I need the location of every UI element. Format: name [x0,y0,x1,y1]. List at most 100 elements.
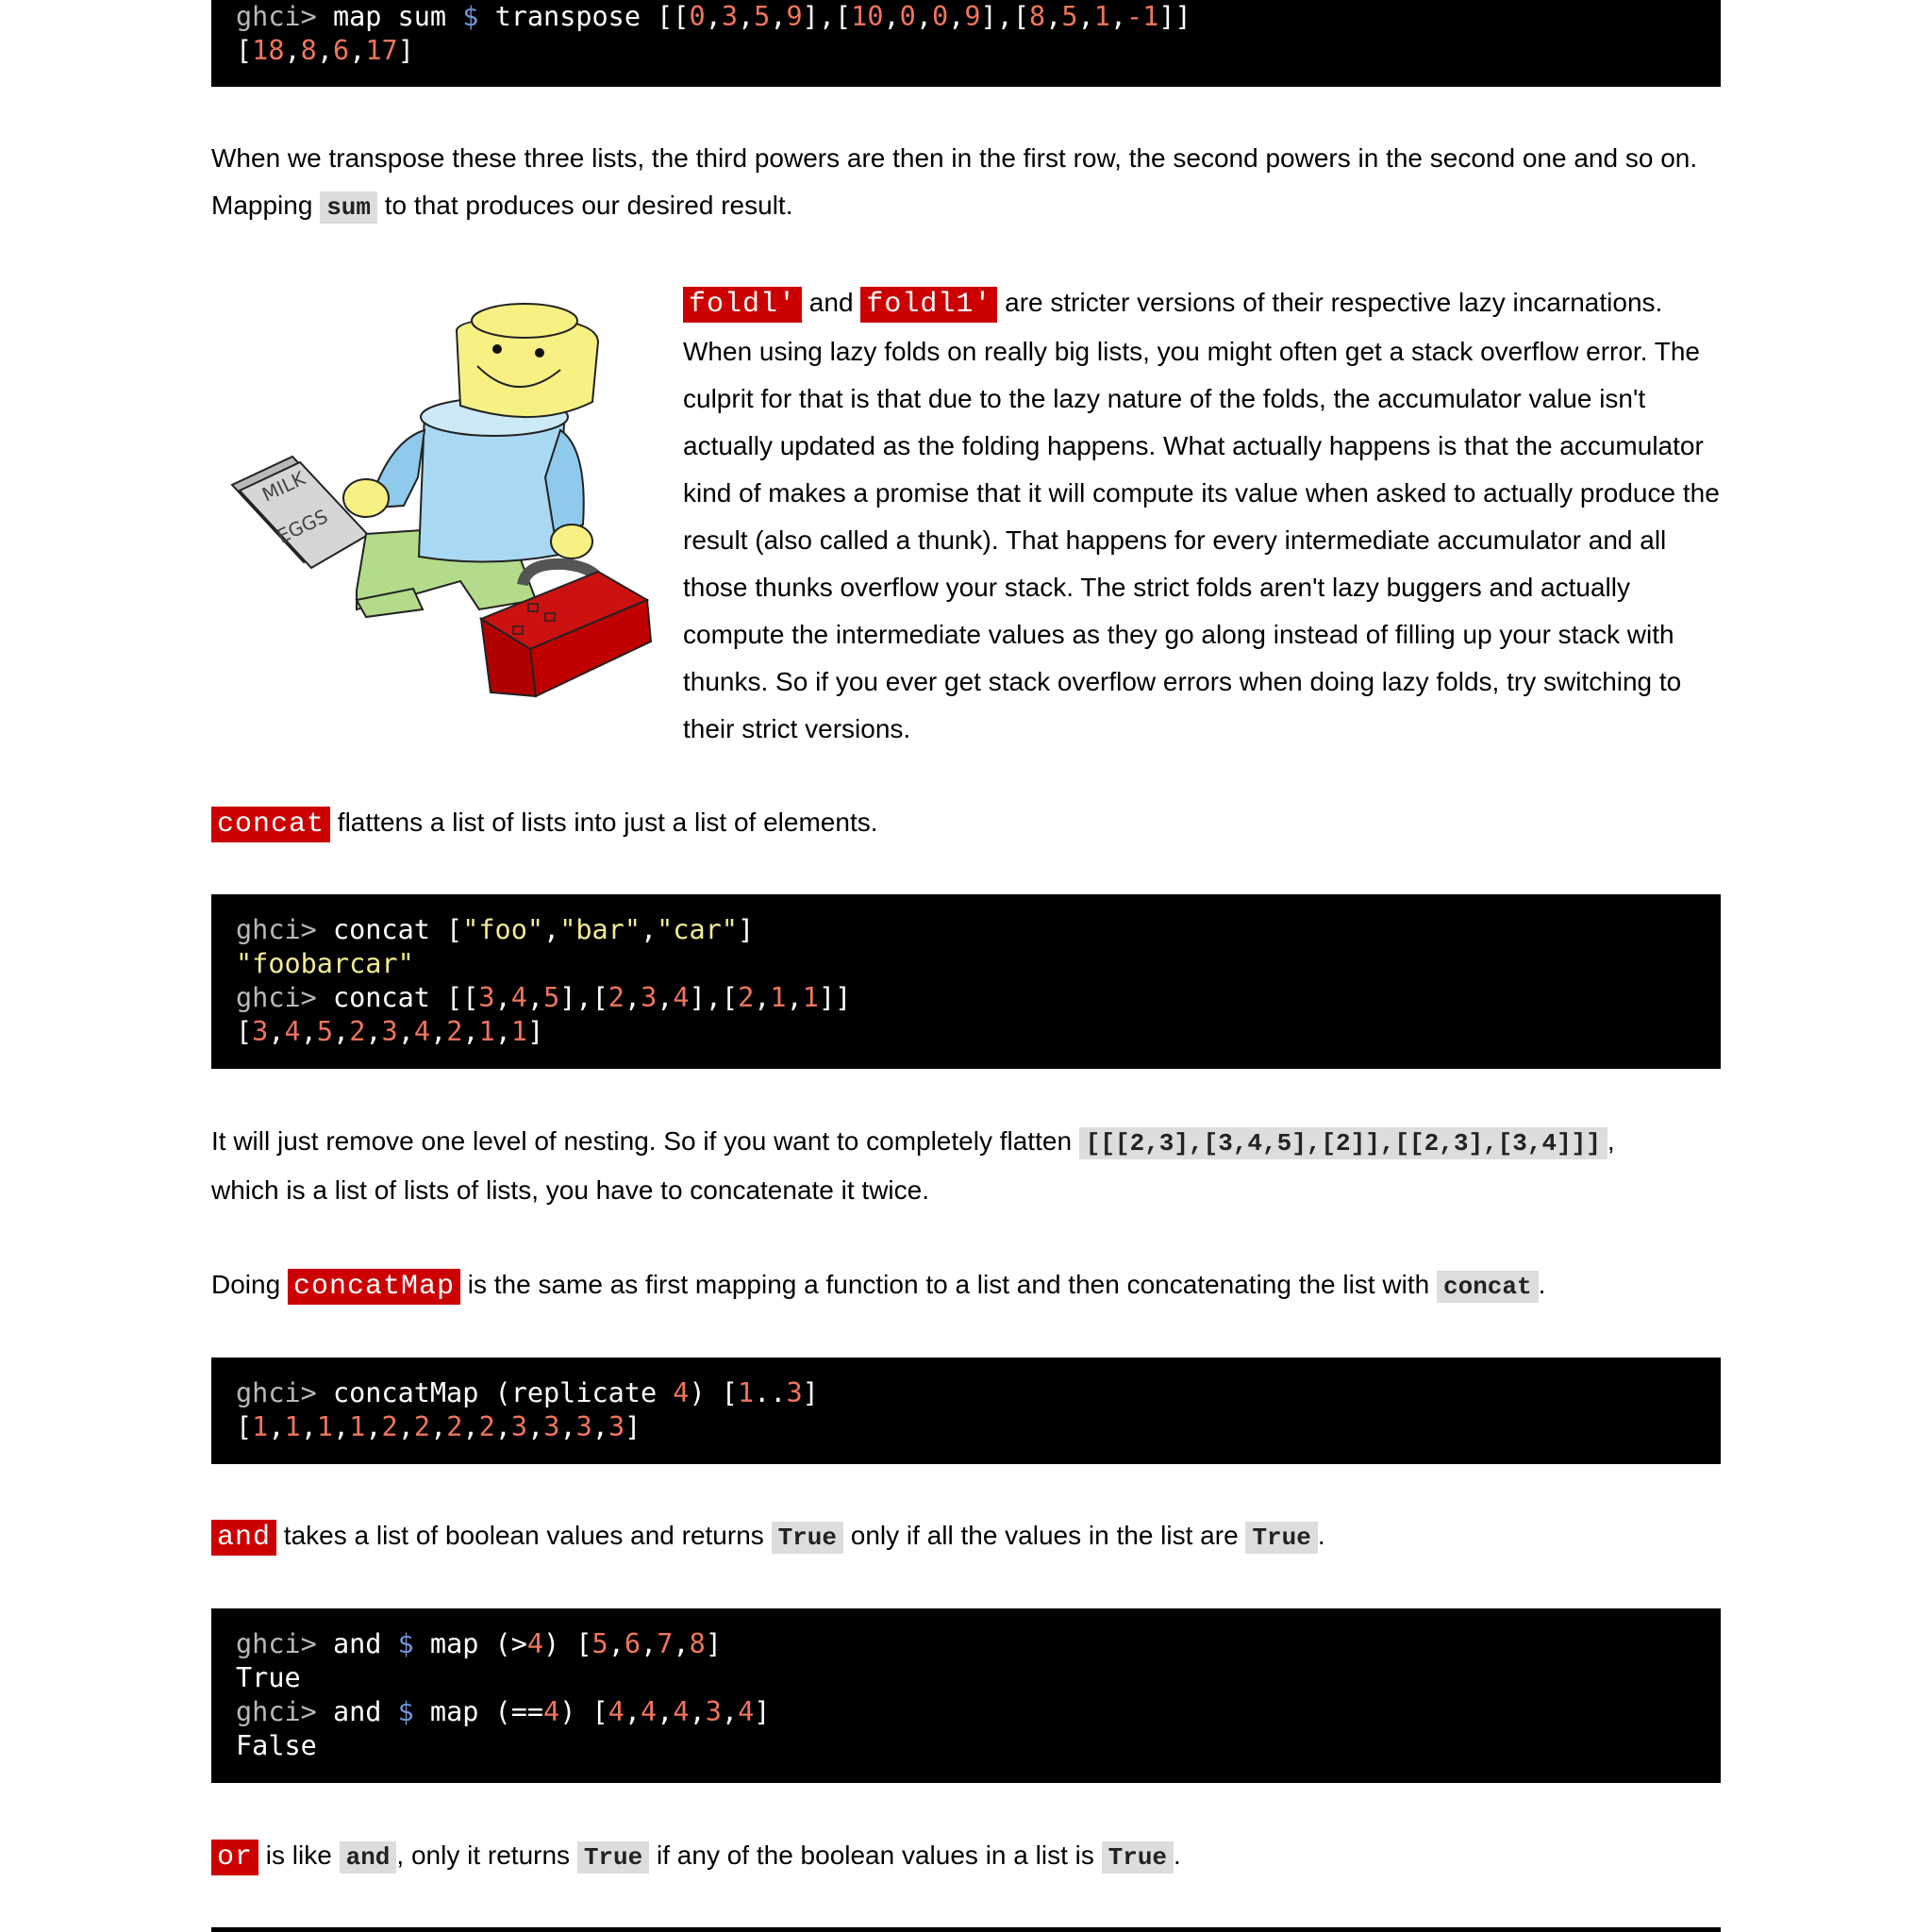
code-token: , [559,1411,576,1442]
code-token: transpose [[ [478,1,690,32]
code-token: 3 [381,1016,398,1047]
code-line: [18,8,6,17] [236,34,1721,68]
code-token: , [689,1696,706,1727]
code-token: , [1109,1,1127,32]
code-token: , [915,1,932,32]
code-line: ghci> concat [[3,4,5],[2,3,4],[2,1,1]] [236,981,1721,1015]
code-token: 3 [721,1,738,32]
code-token: 1 [349,1411,366,1442]
code-token: 1 [316,1411,334,1442]
code-token: 2 [478,1411,495,1442]
code-token: 4 [543,1696,560,1727]
function-name-foldl1-strict: foldl1' [860,287,998,323]
code-token: ) [ [543,1628,592,1659]
code-token: , [786,982,803,1013]
function-name-foldl-strict: foldl' [683,287,803,323]
code-token: , [1045,1,1062,32]
code-token: , [494,1411,511,1442]
code-token: 9 [786,1,803,32]
paragraph-line: foldl' and foldl1' are stricter versions… [683,279,1730,328]
code-token: 3 [252,1016,269,1047]
text: only if all the values in the list are [842,1521,1246,1550]
text: takes a list of boolean values and retur… [276,1521,772,1550]
code-token: ) [ [559,1696,608,1727]
code-token: , [591,1411,608,1442]
code-token: "bar" [559,914,641,945]
code-token: 4 [673,982,690,1013]
function-name-and: and [211,1520,277,1556]
code-token: , [494,982,511,1013]
code-token: 5 [543,982,560,1013]
code-token: 4 [413,1016,431,1047]
code-token: "foo" [462,914,544,945]
paragraph-and: and takes a list of boolean values and r… [211,1512,1730,1561]
code-token: ] [625,1411,641,1442]
code-token: 4 [526,1628,544,1659]
code-token: , [268,1411,285,1442]
code-token: , [624,1696,641,1727]
inline-code-true: True [1101,1841,1174,1874]
code-token: 0 [899,1,916,32]
code-token: ghci> [236,1,333,32]
code-token: ] [527,1016,544,1047]
code-token: ghci> [236,1377,333,1408]
code-token: , [300,1411,317,1442]
code-token: "foobarcar" [236,948,414,979]
code-token: 1 [284,1411,301,1442]
code-token: , [526,982,544,1013]
code-token: , [300,1016,317,1047]
code-token: and [332,1628,398,1659]
paragraph-nesting: It will just remove one level of nesting… [211,1118,1730,1214]
paragraph-line: When we transpose these three lists, the… [211,143,1698,173]
code-token: , [462,1411,479,1442]
code-line: "foobarcar" [236,947,1721,981]
function-name-or: or [211,1840,259,1875]
code-token: ],[ [559,982,608,1013]
text: It will just remove one level of nesting… [211,1126,1079,1156]
code-token: 4 [510,982,527,1013]
code-token: 3 [641,982,658,1013]
code-token: concat [ [332,914,463,945]
code-token: , [624,982,641,1013]
code-token: ]] [1158,1,1191,32]
paragraph-line: compute the intermediate values as they … [683,620,1674,649]
code-line: False [236,1729,1721,1763]
code-token: , [641,1628,658,1659]
inline-code-and: and [339,1841,397,1874]
code-token: [ [236,1411,253,1442]
code-token: 18 [252,35,285,66]
code-token: ) [ [689,1377,738,1408]
code-token: $ [462,1,479,32]
paragraph-or: or is like and, only it returns True if … [211,1832,1730,1881]
code-token: map (> [413,1628,527,1659]
code-line: ghci> map sum $ transpose [[0,3,5,9],[10… [236,0,1721,34]
code-token: .. [754,1377,787,1408]
text: , only it returns [396,1840,577,1870]
code-token: , [430,1411,447,1442]
code-token: 4 [673,1377,690,1408]
paragraph-line: actually updated as the folding happens.… [683,431,1704,460]
code-token: ],[ [802,1,852,32]
code-token: map sum [332,1,463,32]
code-token: 2 [446,1411,463,1442]
code-token: ],[ [689,982,739,1013]
code-token: [ [236,35,253,66]
code-token: concatMap (replicate [332,1377,674,1408]
code-token: , [754,982,771,1013]
code-token: ghci> [236,914,333,945]
code-token: "car" [657,914,738,945]
code-token: ghci> [236,1628,333,1659]
code-token: , [657,1696,674,1727]
code-token: 4 [284,1016,301,1047]
code-token: 1 [770,982,787,1013]
code-token: , [770,1,787,32]
code-token: 17 [365,35,398,66]
text: . [1174,1840,1181,1870]
code-token: , [657,982,674,1013]
code-line: ghci> and $ map (==4) [4,4,4,3,4] [236,1695,1721,1729]
code-token: , [641,914,658,945]
text: to that produces our desired result. [377,191,793,220]
inline-code-concat: concat [1436,1271,1539,1303]
code-token: $ [397,1628,414,1659]
code-block-transpose: ghci> map sum $ transpose [[0,3,5,9],[10… [211,0,1721,87]
